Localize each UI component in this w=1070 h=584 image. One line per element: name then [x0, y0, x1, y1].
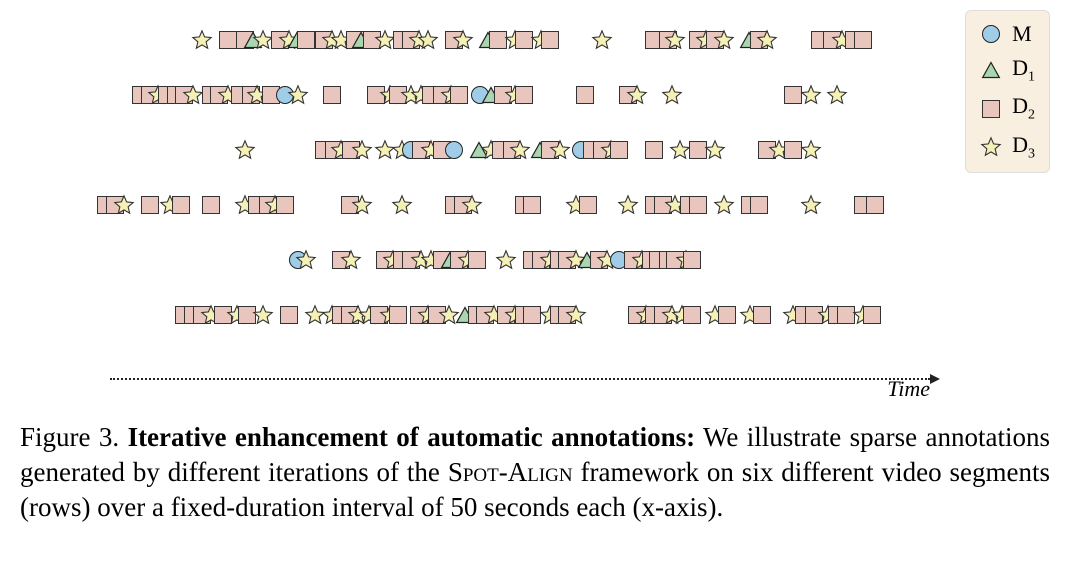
marker-d2 [863, 306, 881, 324]
legend-item-d3: D3 [980, 132, 1035, 162]
marker-d3 [295, 249, 317, 271]
star-icon [980, 136, 1002, 158]
chart-row [50, 245, 950, 275]
marker-d3 [351, 194, 373, 216]
marker-d3 [565, 304, 587, 326]
caption-figno: Figure 3. [20, 422, 119, 452]
marker-d2 [610, 141, 628, 159]
marker-d2 [280, 306, 298, 324]
caption-bold: Iterative enhancement of automatic annot… [128, 422, 696, 452]
time-axis [110, 378, 930, 380]
marker-d2 [323, 86, 341, 104]
marker-d3 [800, 194, 822, 216]
caption-smallcaps-1: Spot [448, 457, 499, 487]
legend-item-m: M [980, 21, 1035, 47]
marker-d3 [252, 304, 274, 326]
marker-d3 [234, 139, 256, 161]
marker-d2 [683, 251, 701, 269]
marker-d2 [579, 196, 597, 214]
marker-d3 [287, 84, 309, 106]
marker-d2 [753, 306, 771, 324]
marker-d3 [391, 194, 413, 216]
chart-row [50, 80, 950, 110]
marker-d2 [541, 31, 559, 49]
marker-d2 [450, 86, 468, 104]
marker-d3 [495, 249, 517, 271]
marker-d2 [219, 31, 237, 49]
marker-d3 [351, 139, 373, 161]
marker-d2 [645, 141, 663, 159]
marker-d3 [756, 29, 778, 51]
legend-item-d2: D2 [980, 93, 1035, 123]
marker-d2 [276, 196, 294, 214]
chart-row [50, 25, 950, 55]
marker-d2 [750, 196, 768, 214]
axis-label: Time [887, 376, 930, 402]
marker-d3 [191, 29, 213, 51]
marker-d2 [515, 86, 533, 104]
marker-d2 [141, 196, 159, 214]
marker-d2 [689, 196, 707, 214]
marker-d3 [340, 249, 362, 271]
marker-d2 [172, 196, 190, 214]
marker-d2 [866, 196, 884, 214]
legend-label: D3 [1012, 132, 1035, 162]
marker-d3 [509, 139, 531, 161]
figure-caption: Figure 3. Iterative enhancement of autom… [20, 420, 1050, 525]
marker-d2 [854, 31, 872, 49]
marker-d3 [826, 84, 848, 106]
marker-d3 [664, 29, 686, 51]
chart-row [50, 190, 950, 220]
marker-d2 [523, 196, 541, 214]
caption-smallcaps-2: Align [508, 457, 573, 487]
marker-d3 [800, 139, 822, 161]
marker-d3 [452, 29, 474, 51]
marker-d2 [576, 86, 594, 104]
marker-d2 [468, 251, 486, 269]
square-icon [980, 98, 1002, 120]
legend-label: D2 [1012, 93, 1035, 123]
chart-row [50, 300, 950, 330]
marker-d3 [626, 84, 648, 106]
legend-label: M [1012, 21, 1032, 47]
marker-d3 [591, 29, 613, 51]
legend-label: D1 [1012, 55, 1035, 85]
marker-m [445, 141, 463, 159]
marker-d3 [417, 29, 439, 51]
triangle-icon [980, 59, 1002, 81]
marker-d3 [713, 29, 735, 51]
marker-d3 [461, 194, 483, 216]
marker-d2 [389, 306, 407, 324]
marker-d3 [800, 84, 822, 106]
marker-d2 [683, 306, 701, 324]
chart-area: Time [50, 10, 1000, 390]
circle-icon [980, 23, 1002, 45]
marker-d3 [661, 84, 683, 106]
marker-d3 [549, 139, 571, 161]
legend: M D1 D2 D3 [965, 10, 1050, 173]
chart-row [50, 135, 950, 165]
marker-d2 [718, 306, 736, 324]
marker-d3 [713, 194, 735, 216]
caption-dash: - [499, 457, 508, 487]
marker-d3 [113, 194, 135, 216]
marker-d3 [617, 194, 639, 216]
legend-item-d1: D1 [980, 55, 1035, 85]
marker-d3 [704, 139, 726, 161]
marker-d2 [297, 31, 315, 49]
marker-d2 [202, 196, 220, 214]
